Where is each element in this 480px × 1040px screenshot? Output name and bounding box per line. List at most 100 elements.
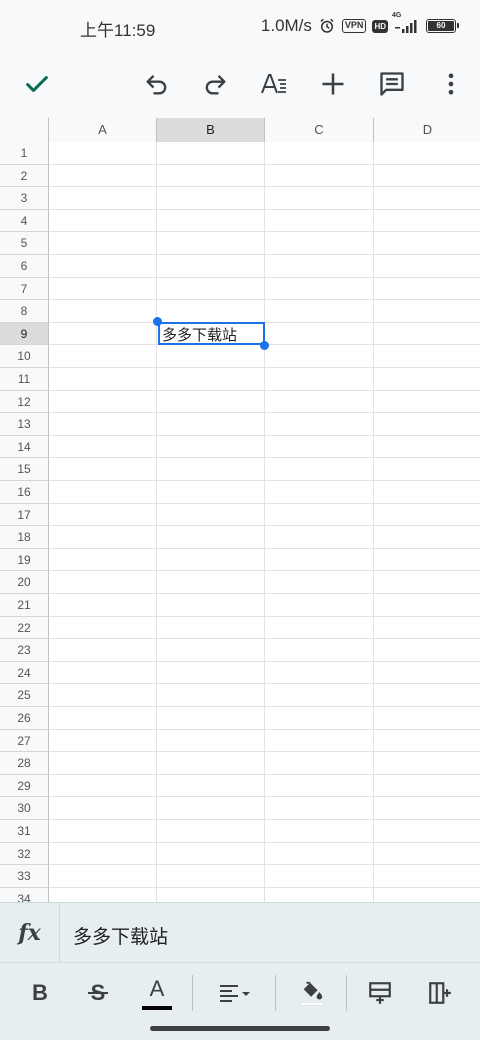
strikethrough-icon: S — [87, 980, 109, 1006]
formula-input[interactable]: 多多下载站 — [73, 922, 168, 949]
insert-button[interactable] — [309, 60, 357, 108]
row-header-16[interactable]: 16 — [0, 481, 49, 504]
cell-row-1[interactable] — [49, 142, 480, 165]
align-button[interactable] — [210, 971, 260, 1015]
cell-row-34[interactable] — [49, 888, 480, 902]
selection-handle-top-left[interactable] — [153, 316, 162, 326]
cell-row-14[interactable] — [49, 436, 480, 459]
edit-toolbar — [0, 50, 480, 118]
select-all-corner[interactable] — [0, 118, 49, 142]
cell-row-26[interactable] — [49, 707, 480, 730]
row-header-13[interactable]: 13 — [0, 413, 49, 436]
row-header-17[interactable]: 17 — [0, 503, 49, 527]
cell-row-28[interactable] — [49, 752, 480, 775]
cell-row-7[interactable] — [49, 278, 480, 301]
strikethrough-button[interactable]: S — [76, 971, 120, 1015]
comment-icon — [380, 72, 404, 96]
row-header-28[interactable]: 28 — [0, 752, 49, 775]
row-header-7[interactable]: 7 — [0, 277, 49, 301]
undo-button[interactable] — [133, 60, 181, 108]
row-header-19[interactable]: 19 — [0, 548, 49, 572]
cell-row-3[interactable] — [49, 187, 480, 210]
cell-row-24[interactable] — [49, 662, 480, 685]
row-header-10[interactable]: 10 — [0, 345, 49, 368]
cell-row-15[interactable] — [49, 458, 480, 481]
spreadsheet-grid[interactable]: A B C D 1 2 3 4 5 6 7 8 9 10 11 12 13 14 15 16 17 18 19 20 21 22 2… — [0, 118, 480, 902]
row-header-26[interactable]: 26 — [0, 707, 49, 730]
cell-row-20[interactable] — [49, 571, 480, 594]
cell-row-29[interactable] — [49, 775, 480, 798]
cell-row-6[interactable] — [49, 255, 480, 278]
row-header-23[interactable]: 23 — [0, 639, 49, 662]
insert-row-icon — [369, 982, 391, 1004]
cell-row-16[interactable] — [49, 481, 480, 504]
row-header-14[interactable]: 14 — [0, 435, 49, 459]
row-header-27[interactable]: 27 — [0, 729, 49, 753]
row-header-8[interactable]: 8 — [0, 300, 49, 323]
row-header-31[interactable]: 31 — [0, 820, 49, 843]
row-header-5[interactable]: 5 — [0, 232, 49, 255]
cell-row-12[interactable] — [49, 391, 480, 414]
text-color-button[interactable]: A — [135, 971, 179, 1015]
cell-row-32[interactable] — [49, 843, 480, 866]
bold-button[interactable]: B — [18, 971, 62, 1015]
insert-row-button[interactable] — [358, 971, 402, 1015]
cell-row-22[interactable] — [49, 617, 480, 640]
insert-column-button[interactable] — [418, 971, 462, 1015]
cell-row-11[interactable] — [49, 368, 480, 391]
row-header-4[interactable]: 4 — [0, 209, 49, 233]
column-header-d[interactable]: D — [374, 118, 480, 142]
cell-row-17[interactable] — [49, 504, 480, 527]
comment-button[interactable] — [368, 60, 416, 108]
fx-icon[interactable]: fx — [0, 903, 60, 963]
cell-row-18[interactable] — [49, 526, 480, 549]
row-header-32[interactable]: 32 — [0, 842, 49, 866]
redo-icon — [205, 75, 226, 95]
cell-row-19[interactable] — [49, 549, 480, 572]
row-header-9[interactable]: 9 — [0, 322, 49, 346]
row-header-20[interactable]: 20 — [0, 571, 49, 594]
battery-level: 60 — [428, 21, 454, 31]
cell-row-33[interactable] — [49, 865, 480, 888]
cell-row-23[interactable] — [49, 639, 480, 662]
cell-row-31[interactable] — [49, 820, 480, 843]
column-header-b[interactable]: B — [157, 118, 265, 142]
more-options-button[interactable] — [427, 60, 475, 108]
column-header-c[interactable]: C — [265, 118, 374, 142]
confirm-button[interactable] — [13, 60, 61, 108]
hd-icon: HD — [372, 19, 388, 33]
row-header-12[interactable]: 12 — [0, 390, 49, 414]
row-header-25[interactable]: 25 — [0, 684, 49, 707]
text-format-button[interactable] — [250, 60, 298, 108]
cell-row-2[interactable] — [49, 165, 480, 188]
cell-row-4[interactable] — [49, 210, 480, 233]
network-speed: 1.0M/s — [260, 16, 312, 35]
row-header-21[interactable]: 21 — [0, 594, 49, 617]
row-header-29[interactable]: 29 — [0, 774, 49, 798]
row-header-24[interactable]: 24 — [0, 661, 49, 685]
row-header-18[interactable]: 18 — [0, 526, 49, 549]
redo-button[interactable] — [191, 60, 239, 108]
row-header-22[interactable]: 22 — [0, 616, 49, 640]
gesture-area — [0, 1022, 480, 1040]
home-gesture-bar[interactable] — [150, 1026, 330, 1031]
row-header-30[interactable]: 30 — [0, 797, 49, 820]
row-header-15[interactable]: 15 — [0, 458, 49, 481]
column-header-a[interactable]: A — [49, 118, 157, 142]
cell-row-27[interactable] — [49, 730, 480, 753]
cell-row-21[interactable] — [49, 594, 480, 617]
cell-row-13[interactable] — [49, 413, 480, 436]
cell-row-5[interactable] — [49, 232, 480, 255]
text-color-swatch — [142, 1006, 172, 1010]
cell-row-30[interactable] — [49, 797, 480, 820]
cell-row-8[interactable] — [49, 300, 480, 323]
row-header-3[interactable]: 3 — [0, 187, 49, 210]
row-header-6[interactable]: 6 — [0, 255, 49, 278]
cell-row-25[interactable] — [49, 684, 480, 707]
row-header-33[interactable]: 33 — [0, 865, 49, 888]
row-header-2[interactable]: 2 — [0, 164, 49, 188]
fill-color-button[interactable] — [290, 971, 334, 1015]
row-header-11[interactable]: 11 — [0, 368, 49, 391]
row-header-1[interactable]: 1 — [0, 142, 49, 165]
row-header-34[interactable]: 34 — [0, 887, 49, 902]
